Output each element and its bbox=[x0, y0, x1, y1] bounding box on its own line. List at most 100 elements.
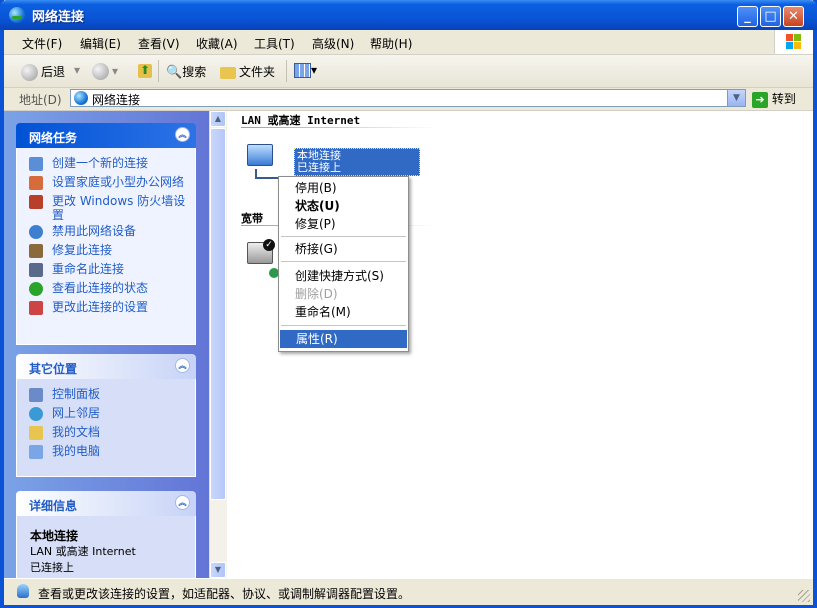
lan-connection-icon bbox=[247, 144, 273, 166]
menu-tools[interactable]: 工具(T) bbox=[254, 35, 295, 52]
views-icon bbox=[294, 63, 311, 78]
views-dropdown-arrow: ▾ bbox=[311, 63, 318, 77]
back-label: 后退 bbox=[41, 65, 66, 79]
search-button[interactable]: 🔍搜索 bbox=[166, 63, 206, 80]
local-connection-item[interactable] bbox=[243, 144, 279, 184]
group-divider bbox=[241, 127, 521, 128]
maximize-button[interactable]: □ bbox=[760, 6, 781, 27]
address-label: 地址(D) bbox=[19, 93, 62, 107]
menu-bar: 文件(F) 编辑(E) 查看(V) 收藏(A) 工具(T) 高级(N) 帮助(H… bbox=[4, 30, 813, 55]
home-network-icon bbox=[29, 176, 43, 190]
task-label: 更改 Windows 防火墙设置 bbox=[52, 194, 186, 222]
menu-item-rename[interactable]: 重命名(M) bbox=[279, 303, 408, 321]
collapse-chevron-icon[interactable]: ︽ bbox=[175, 127, 190, 142]
details-body: 本地连接 LAN 或高速 Internet 已连接上 bbox=[16, 516, 196, 586]
collapse-chevron-icon[interactable]: ︽ bbox=[175, 358, 190, 373]
minimize-button[interactable]: _ bbox=[737, 6, 758, 27]
address-value: 网络连接 bbox=[92, 93, 141, 107]
forward-dropdown-arrow: ▾ bbox=[112, 64, 119, 78]
views-button[interactable]: ▾ bbox=[294, 63, 317, 78]
menu-advanced[interactable]: 高级(N) bbox=[312, 35, 354, 52]
menu-separator bbox=[281, 236, 406, 237]
scrollbar-thumb[interactable] bbox=[210, 128, 226, 500]
task-pane-scrollbar[interactable]: ▲ ▼ bbox=[209, 111, 227, 578]
task-change-settings[interactable]: 更改此连接的设置 bbox=[17, 300, 195, 317]
default-check-icon: ✓ bbox=[263, 239, 275, 251]
up-folder-icon: ⬆ bbox=[138, 62, 152, 78]
network-tasks-body: 创建一个新的连接 设置家庭或小型办公网络 更改 Windows 防火墙设置 禁用… bbox=[16, 148, 196, 345]
task-setup-home-network[interactable]: 设置家庭或小型办公网络 bbox=[17, 175, 195, 192]
scroll-down-icon[interactable]: ▼ bbox=[210, 562, 226, 578]
control-panel-icon bbox=[29, 388, 43, 402]
windows-logo bbox=[774, 30, 813, 54]
network-connections-icon bbox=[74, 91, 88, 105]
folders-label: 文件夹 bbox=[239, 65, 276, 79]
task-label: 修复此连接 bbox=[52, 243, 113, 257]
details-title: 详细信息 bbox=[29, 499, 78, 513]
task-label: 禁用此网络设备 bbox=[52, 224, 137, 238]
folder-icon bbox=[220, 66, 236, 79]
firewall-icon bbox=[29, 195, 43, 209]
task-firewall-settings[interactable]: 更改 Windows 防火墙设置 bbox=[17, 194, 195, 222]
network-tasks-header[interactable]: 网络任务 ︽ bbox=[16, 123, 196, 148]
go-button[interactable]: ➜ 转到 bbox=[752, 90, 796, 108]
menu-help[interactable]: 帮助(H) bbox=[370, 35, 412, 52]
details-header[interactable]: 详细信息 ︽ bbox=[16, 491, 196, 516]
menu-view[interactable]: 查看(V) bbox=[138, 35, 180, 52]
close-button[interactable]: ✕ bbox=[783, 6, 804, 27]
address-bar: 地址(D) 网络连接 ▼ ➜ 转到 bbox=[4, 88, 813, 111]
menu-item-disable[interactable]: 停用(B) bbox=[279, 179, 408, 197]
place-label: 我的文档 bbox=[52, 425, 101, 439]
details-status: 已连接上 bbox=[30, 561, 74, 574]
task-label: 设置家庭或小型办公网络 bbox=[52, 175, 185, 189]
broadband-connection-item[interactable]: ✓ bbox=[243, 239, 279, 282]
address-input[interactable]: 网络连接 ▼ bbox=[70, 89, 746, 107]
back-dropdown[interactable]: ▾ bbox=[74, 63, 80, 77]
menu-item-bridge[interactable]: 桥接(G) bbox=[279, 240, 408, 258]
place-my-documents[interactable]: 我的文档 bbox=[17, 425, 195, 442]
menu-edit[interactable]: 编辑(E) bbox=[80, 35, 121, 52]
other-places-header[interactable]: 其它位置 ︽ bbox=[16, 354, 196, 379]
collapse-chevron-icon[interactable]: ︽ bbox=[175, 495, 190, 510]
title-bar[interactable]: 网络连接 _ □ ✕ bbox=[0, 0, 817, 30]
menu-item-status[interactable]: 状态(U) bbox=[279, 197, 408, 215]
network-tasks-title: 网络任务 bbox=[29, 131, 78, 145]
details-name: 本地连接 bbox=[30, 529, 79, 543]
network-neighborhood-icon bbox=[29, 407, 43, 421]
forward-button[interactable]: ▾ bbox=[92, 63, 118, 80]
window-title: 网络连接 bbox=[32, 10, 85, 25]
task-repair-connection[interactable]: 修复此连接 bbox=[17, 243, 195, 260]
details-type: LAN 或高速 Internet bbox=[30, 545, 136, 558]
repair-wrench-icon bbox=[29, 244, 43, 258]
task-view-status[interactable]: 查看此连接的状态 bbox=[17, 281, 195, 298]
scroll-up-icon[interactable]: ▲ bbox=[210, 111, 226, 127]
task-disable-device[interactable]: 禁用此网络设备 bbox=[17, 224, 195, 241]
menu-item-properties[interactable]: 属性(R) bbox=[280, 330, 407, 348]
back-button[interactable]: 后退 bbox=[21, 63, 65, 81]
task-create-connection[interactable]: 创建一个新的连接 bbox=[17, 156, 195, 173]
my-documents-icon bbox=[29, 426, 43, 440]
menu-item-repair[interactable]: 修复(P) bbox=[279, 215, 408, 233]
back-arrow-icon bbox=[21, 64, 38, 81]
place-network-neighborhood[interactable]: 网上邻居 bbox=[17, 406, 195, 423]
folders-button[interactable]: 文件夹 bbox=[220, 63, 275, 80]
up-folder-button[interactable]: ⬆ bbox=[138, 63, 152, 78]
address-dropdown-arrow[interactable]: ▼ bbox=[727, 90, 745, 106]
forward-arrow-icon bbox=[92, 63, 109, 80]
network-connections-icon bbox=[9, 7, 25, 23]
place-control-panel[interactable]: 控制面板 bbox=[17, 387, 195, 404]
menu-favorites[interactable]: 收藏(A) bbox=[196, 35, 238, 52]
menu-file[interactable]: 文件(F) bbox=[22, 35, 62, 52]
menu-item-create-shortcut[interactable]: 创建快捷方式(S) bbox=[279, 267, 408, 285]
other-places-title: 其它位置 bbox=[29, 362, 78, 376]
resize-grip-icon[interactable] bbox=[798, 590, 810, 602]
search-icon: 🔍 bbox=[166, 65, 183, 80]
task-rename-connection[interactable]: 重命名此连接 bbox=[17, 262, 195, 279]
local-connection-label[interactable]: 本地连接 已连接上 bbox=[294, 148, 420, 176]
place-my-computer[interactable]: 我的电脑 bbox=[17, 444, 195, 461]
connection-status: 已连接上 bbox=[297, 161, 341, 174]
go-arrow-icon: ➜ bbox=[752, 91, 768, 108]
place-label: 网上邻居 bbox=[52, 406, 101, 420]
details-panel: 详细信息 ︽ 本地连接 LAN 或高速 Internet 已连接上 bbox=[16, 491, 196, 586]
task-label: 更改此连接的设置 bbox=[52, 300, 149, 314]
